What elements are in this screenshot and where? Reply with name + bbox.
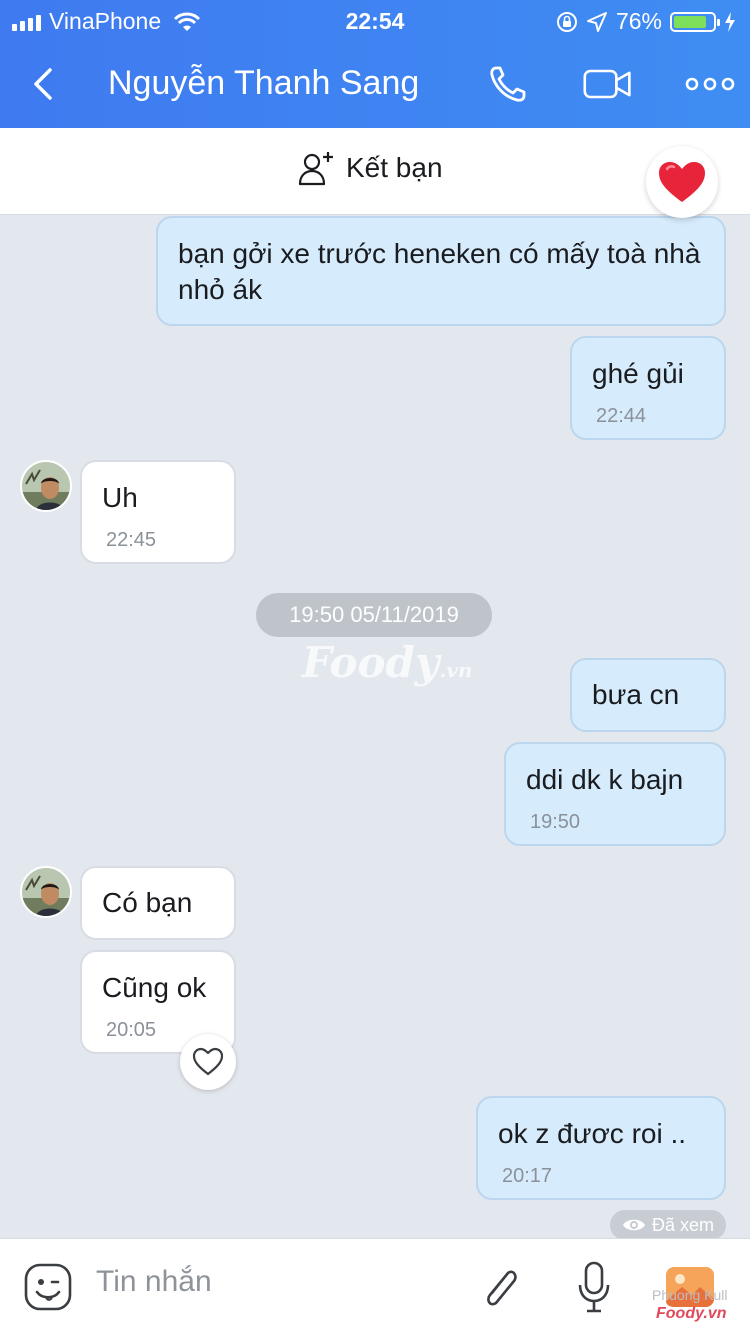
location-icon (586, 11, 607, 32)
microphone-icon[interactable] (576, 1261, 612, 1313)
message-text: Cũng ok (102, 972, 207, 1003)
battery-percent: 76% (615, 8, 662, 34)
message-bubble-received[interactable]: Uh 22:45 (80, 460, 236, 564)
avatar[interactable] (20, 866, 72, 918)
watermark: Foody.vn (302, 638, 473, 687)
message-text: ok z đươc roi .. (498, 1118, 687, 1149)
seen-label: Đã xem (651, 1214, 714, 1235)
watermark-small: Foody.vn (656, 1305, 727, 1322)
message-composer: Tin nhắn Phuong Kull Foody.vn (0, 1238, 750, 1335)
react-heart-button[interactable] (180, 1034, 236, 1090)
page-title: Nguyễn Thanh Sang (108, 64, 420, 102)
message-time: 22:44 (596, 405, 647, 427)
add-friend-button[interactable]: Kết bạn (298, 150, 443, 186)
add-user-icon (298, 152, 333, 186)
heart-outline-icon (192, 1047, 224, 1076)
video-call-icon[interactable] (582, 62, 634, 106)
message-time: 22:45 (106, 529, 157, 551)
rotation-lock-icon (556, 11, 577, 32)
message-bubble-sent[interactable]: bưa cn (570, 658, 726, 732)
message-text: Uh (102, 482, 138, 513)
add-friend-bar: Kết bạn (0, 128, 750, 215)
message-text: ddi dk k bajn (526, 764, 684, 795)
message-text: ghé gủi (592, 358, 684, 389)
avatar[interactable] (20, 460, 72, 512)
message-text: bưa cn (592, 679, 680, 710)
message-time: 20:17 (502, 1165, 553, 1187)
more-options-icon[interactable] (684, 62, 736, 106)
message-text: bạn gởi xe trước heneken có mấy toà nhà … (178, 238, 701, 305)
message-bubble-sent[interactable]: ok z đươc roi .. 20:17 (476, 1096, 726, 1200)
status-right: 76% (556, 8, 736, 35)
seen-indicator: Đã xem (610, 1210, 726, 1240)
sticker-button[interactable] (24, 1263, 72, 1311)
message-bubble-sent[interactable]: ddi dk k bajn 19:50 (504, 742, 726, 846)
watermark-credit: Phuong Kull (652, 1287, 728, 1303)
date-separator: 19:50 05/11/2019 (256, 593, 492, 637)
message-text: Có bạn (102, 887, 193, 918)
nav-bar: Nguyễn Thanh Sang (0, 40, 750, 128)
eye-icon (622, 1219, 645, 1231)
message-time: 19:50 (530, 811, 581, 833)
message-bubble-sent[interactable]: ghé gủi 22:44 (570, 336, 726, 440)
message-input[interactable]: Tin nhắn (96, 1265, 212, 1299)
back-button[interactable] (24, 62, 68, 106)
header: VinaPhone 22:54 76% Nguyễn Thanh Sang (0, 0, 750, 128)
message-bubble-received[interactable]: Có bạn (80, 866, 236, 940)
message-bubble-sent[interactable]: bạn gởi xe trước heneken có mấy toà nhà … (156, 216, 726, 326)
attach-icon[interactable] (478, 1263, 522, 1311)
phone-call-icon[interactable] (484, 62, 536, 106)
charging-icon (725, 11, 735, 32)
add-friend-label: Kết bạn (346, 152, 443, 183)
battery-icon (670, 11, 720, 32)
heart-icon (659, 162, 705, 202)
heart-reaction-button[interactable] (646, 146, 718, 218)
status-bar: VinaPhone 22:54 76% (0, 0, 750, 40)
